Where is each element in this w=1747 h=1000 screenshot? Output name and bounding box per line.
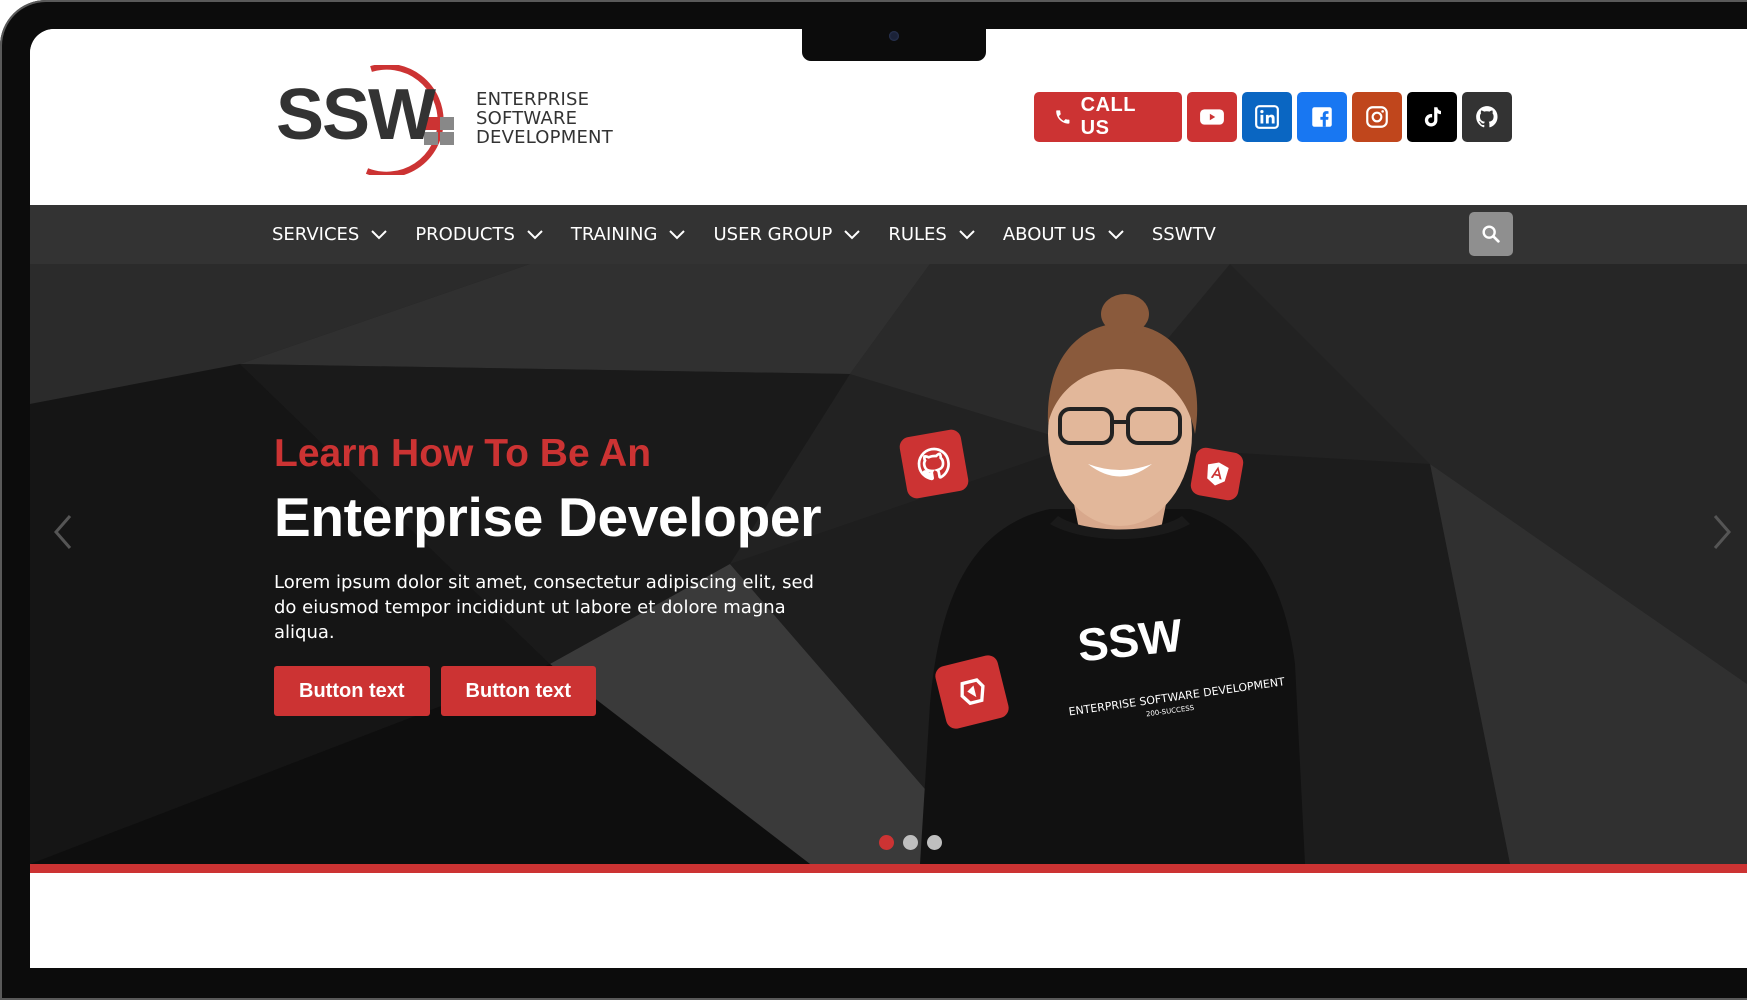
main-navigation: SERVICES PRODUCTS TRAINING USER GROUP RU… xyxy=(30,205,1747,264)
github-icon xyxy=(917,447,950,481)
header-actions: CALL US xyxy=(1034,92,1512,142)
nav-item-sswtv[interactable]: SSWTV xyxy=(1152,224,1216,245)
nav-label: USER GROUP xyxy=(713,224,833,245)
carousel-dot-3[interactable] xyxy=(927,835,942,850)
nav-item-products[interactable]: PRODUCTS xyxy=(415,224,543,245)
nav-label: SERVICES xyxy=(272,224,360,245)
carousel-indicators xyxy=(879,835,942,850)
hero-content: Learn How To Be An Enterprise Developer … xyxy=(274,432,914,716)
chevron-down-icon xyxy=(527,229,543,239)
tagline-line-3: DEVELOPMENT xyxy=(476,127,613,148)
carousel-dot-2[interactable] xyxy=(903,835,918,850)
tiktok-link[interactable] xyxy=(1407,92,1457,142)
youtube-link[interactable] xyxy=(1187,92,1237,142)
github-link[interactable] xyxy=(1462,92,1512,142)
nav-item-about-us[interactable]: ABOUT US xyxy=(1003,224,1124,245)
chevron-down-icon xyxy=(669,229,686,239)
chevron-down-icon xyxy=(844,229,861,239)
logo-wordmark: SSW xyxy=(276,75,436,155)
hero-title: Enterprise Developer xyxy=(274,486,822,548)
facebook-link[interactable] xyxy=(1297,92,1347,142)
youtube-icon xyxy=(1200,109,1224,125)
carousel-next-arrow-icon[interactable] xyxy=(1711,512,1735,552)
hero-description: Lorem ipsum dolor sit amet, consectetur … xyxy=(274,572,814,643)
nav-label: SSWTV xyxy=(1151,224,1216,245)
browser-screen: SSW ENTERPRISE SOFTWARE DEVELOPMENT CALL… xyxy=(30,29,1747,968)
hero-primary-button[interactable]: Button text xyxy=(274,666,430,716)
call-us-label: CALL US xyxy=(1080,94,1136,139)
ssw-logo[interactable]: SSW ENTERPRISE SOFTWARE DEVELOPMENT xyxy=(276,65,656,175)
nav-label: TRAINING xyxy=(570,224,658,245)
tiktok-icon xyxy=(1424,107,1441,127)
nav-item-user-group[interactable]: USER GROUP xyxy=(713,224,861,245)
github-icon xyxy=(1476,106,1498,128)
nav-label: ABOUT US xyxy=(1002,224,1096,245)
camera-icon xyxy=(889,31,899,41)
facebook-icon xyxy=(1312,107,1332,127)
chevron-down-icon xyxy=(959,229,975,239)
tagline-line-1: ENTERPRISE xyxy=(476,89,590,110)
camera-notch xyxy=(802,28,986,61)
linkedin-link[interactable] xyxy=(1242,92,1292,142)
logo-tagline: ENTERPRISE SOFTWARE DEVELOPMENT xyxy=(476,90,676,147)
hero-pre-title: Learn How To Be An xyxy=(274,432,652,475)
phone-icon xyxy=(1056,110,1070,124)
carousel-dot-1[interactable] xyxy=(879,835,894,850)
angular-badge xyxy=(1189,446,1245,502)
nav-item-rules[interactable]: RULES xyxy=(888,224,975,245)
chevron-down-icon xyxy=(371,229,388,239)
nav-menu: SERVICES PRODUCTS TRAINING USER GROUP RU… xyxy=(272,205,1216,264)
carousel-prev-arrow-icon[interactable] xyxy=(50,512,74,552)
hero-secondary-button[interactable]: Button text xyxy=(440,666,597,716)
chevron-down-icon xyxy=(1108,229,1124,239)
instructor-photo: SSW ENTERPRISE SOFTWARE DEVELOPMENT 200-… xyxy=(920,294,1305,864)
call-us-button[interactable]: CALL US xyxy=(1034,92,1182,142)
hero-carousel: SSW ENTERPRISE SOFTWARE DEVELOPMENT 200-… xyxy=(30,264,1747,864)
nav-item-services[interactable]: SERVICES xyxy=(272,224,388,245)
nav-item-training[interactable]: TRAINING xyxy=(571,224,686,245)
nav-label: PRODUCTS xyxy=(415,224,515,245)
angular-icon xyxy=(1207,462,1229,486)
instagram-icon xyxy=(1366,106,1388,128)
shirt-logo: SSW xyxy=(1075,609,1185,672)
search-button[interactable] xyxy=(1469,212,1513,256)
tagline-line-2: SOFTWARE xyxy=(476,108,578,129)
search-icon xyxy=(1482,225,1500,243)
instagram-link[interactable] xyxy=(1352,92,1402,142)
hero-bottom-divider xyxy=(30,864,1747,873)
visual-studio-icon xyxy=(960,678,985,706)
hero-button-group: Button text Button text xyxy=(274,666,914,716)
linkedin-icon xyxy=(1255,105,1279,129)
nav-label: RULES xyxy=(888,224,947,245)
